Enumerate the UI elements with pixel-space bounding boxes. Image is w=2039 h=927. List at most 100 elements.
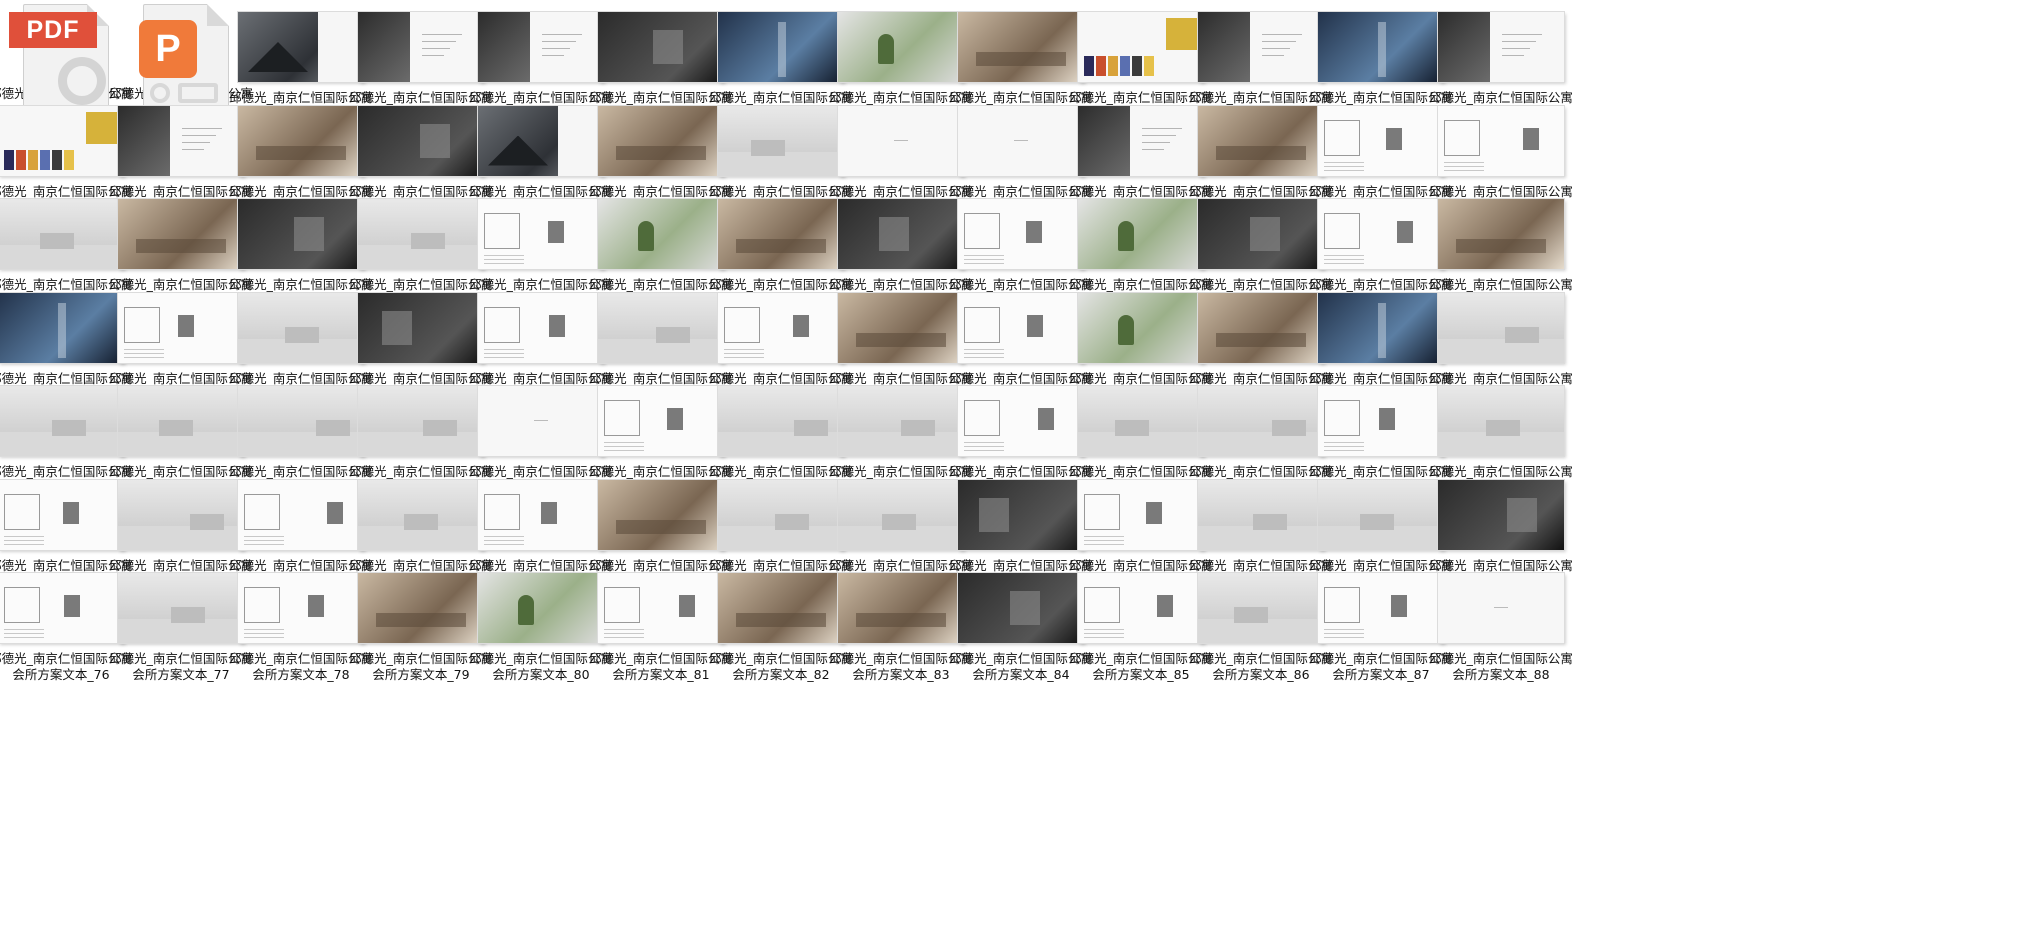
thumbnail-detail <box>1132 56 1142 76</box>
thumbnail-detail <box>604 400 640 436</box>
thumbnail-detail <box>1378 22 1386 77</box>
thumbnail-detail <box>1456 239 1546 253</box>
thumbnail-detail <box>484 493 520 530</box>
thumbnail-detail <box>244 633 284 634</box>
thumbnail-detail <box>518 595 534 625</box>
thumbnail-detail <box>64 149 74 170</box>
thumbnail-detail <box>478 12 530 82</box>
thumbnail-detail <box>1084 587 1120 623</box>
file-name: 邱德光_南京仁恒国际公寓会所方案文本_88 <box>1429 651 1573 682</box>
thumbnail-detail <box>1216 332 1306 347</box>
thumbnail-detail <box>1250 217 1280 251</box>
pdf-file-icon: PDF <box>9 0 113 124</box>
thumbnail-frame <box>1426 96 1576 176</box>
thumbnail-detail <box>549 314 565 337</box>
thumbnail-frame <box>1426 376 1576 456</box>
thumbnail-detail <box>40 233 74 249</box>
thumbnail-detail <box>653 30 683 64</box>
file-grid: PDF邱德光_南京仁恒国际公寓会所方案文本P邱德光_南京仁恒国际公寓会所方案文本… <box>0 0 2039 927</box>
thumbnail-detail <box>964 442 1004 443</box>
thumbnail-detail <box>1324 161 1364 163</box>
thumbnail-detail <box>182 134 216 136</box>
thumbnail-detail <box>1324 169 1364 171</box>
thumbnail-detail <box>1505 326 1539 343</box>
thumbnail-detail <box>422 48 450 49</box>
thumbnail-detail <box>736 239 826 253</box>
thumbnail-detail <box>420 123 450 158</box>
thumbnail-detail <box>1234 607 1268 623</box>
thumbnail-detail <box>724 306 760 343</box>
thumbnail-detail <box>964 263 1004 264</box>
thumbnail-detail <box>422 34 462 35</box>
thumbnail-detail <box>124 306 160 343</box>
thumbnail-detail <box>404 513 438 530</box>
thumbnail-detail <box>604 633 644 634</box>
thumbnail-detail <box>124 348 164 350</box>
file-item[interactable]: 邱德光_南京仁恒国际公寓会所方案文本_88 <box>1426 563 1576 683</box>
thumbnail-detail <box>1324 633 1364 634</box>
thumbnail-detail <box>1324 446 1364 447</box>
thumbnail-detail <box>1084 637 1124 638</box>
thumbnail-detail <box>542 41 576 42</box>
thumbnail-detail <box>1494 607 1508 608</box>
thumbnail-detail <box>1324 255 1364 256</box>
thumbnail-detail <box>285 326 319 343</box>
thumbnail-detail <box>382 310 412 345</box>
thumbnail-detail <box>484 306 520 343</box>
thumbnail-detail <box>964 306 1000 343</box>
thumbnail-detail <box>1502 55 1524 56</box>
thumbnail-detail <box>964 259 1004 260</box>
thumbnail-detail <box>1444 165 1484 167</box>
thumbnail-detail <box>484 263 524 264</box>
thumbnail-detail <box>316 420 350 436</box>
thumbnail-detail <box>541 501 557 524</box>
thumbnail-detail <box>484 352 524 354</box>
thumbnail-detail <box>1502 34 1542 35</box>
thumbnail-detail <box>1108 56 1118 76</box>
thumbnail-detail <box>1324 400 1360 436</box>
thumbnail-detail <box>4 493 40 530</box>
thumbnail-detail <box>294 217 324 251</box>
thumbnail-detail <box>190 513 224 530</box>
thumbnail-detail <box>1027 314 1043 337</box>
thumbnail-detail <box>63 501 79 524</box>
thumbnail-detail <box>964 450 1004 451</box>
presentation-file-icon: P <box>129 0 233 124</box>
thumbnail-detail <box>964 400 1000 436</box>
thumbnail-detail <box>1272 420 1306 436</box>
thumbnail-detail <box>1084 56 1094 76</box>
thumbnail-detail <box>484 213 520 249</box>
thumbnail-detail <box>604 587 640 623</box>
thumbnail-detail <box>488 135 548 166</box>
thumbnail-detail <box>1084 543 1124 545</box>
thumbnail-detail <box>679 595 695 617</box>
thumbnail-detail <box>724 348 764 350</box>
thumbnail-detail <box>1084 539 1124 541</box>
thumbnail-frame <box>1426 470 1576 550</box>
thumbnail-detail <box>1078 105 1130 176</box>
thumbnail-detail <box>964 213 1000 249</box>
thumbnail-detail <box>1144 56 1154 76</box>
thumbnail-detail <box>878 34 894 64</box>
thumbnail-detail <box>656 326 690 343</box>
thumbnail-detail <box>1360 513 1394 530</box>
thumbnail-detail <box>1444 169 1484 171</box>
thumbnail-detail <box>1397 221 1413 243</box>
thumbnail-detail <box>616 519 706 534</box>
thumbnail-detail <box>422 41 456 42</box>
thumbnail-detail <box>159 420 193 436</box>
thumbnail-detail <box>879 217 909 251</box>
thumbnail-detail <box>751 139 785 156</box>
thumbnail-detail <box>1118 314 1134 345</box>
thumbnail-detail <box>4 149 14 170</box>
thumbnail-detail <box>1502 48 1530 49</box>
image-thumbnail <box>1438 199 1564 269</box>
thumbnail-detail <box>1115 420 1149 436</box>
thumbnail-detail <box>484 539 524 541</box>
thumbnail-detail <box>178 314 194 337</box>
thumbnail-detail <box>964 255 1004 256</box>
thumbnail-frame <box>1426 2 1576 82</box>
thumbnail-detail <box>1262 41 1296 42</box>
thumbnail-detail <box>1120 56 1130 76</box>
thumbnail-detail <box>136 239 226 253</box>
